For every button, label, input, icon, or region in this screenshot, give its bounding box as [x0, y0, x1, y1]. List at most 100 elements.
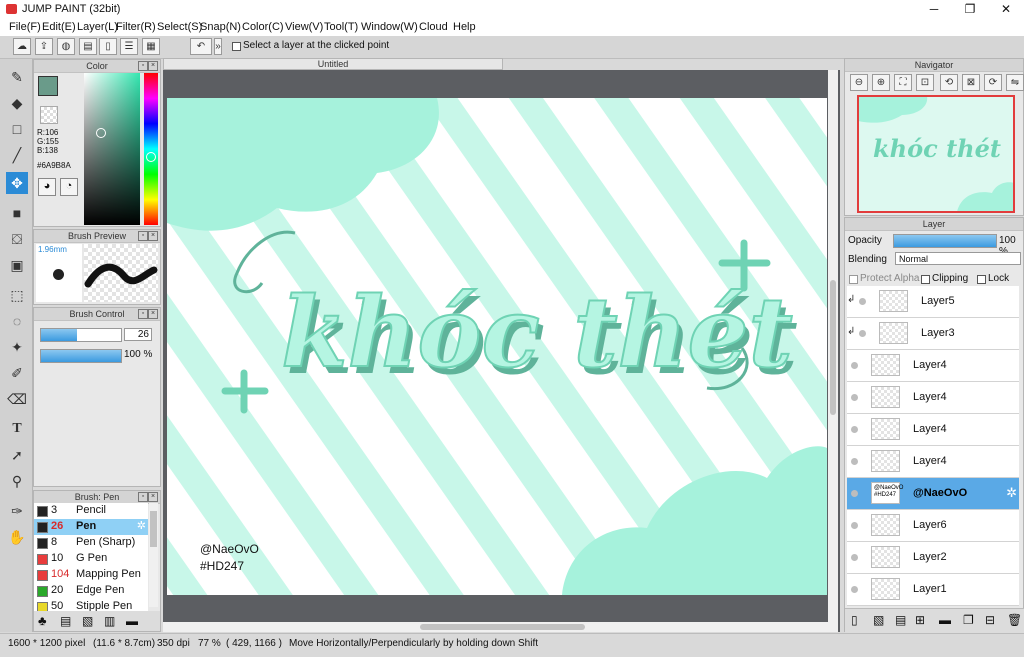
panel-close-icon[interactable]: ×	[148, 492, 158, 502]
brush-copy-icon[interactable]: ▧	[82, 614, 93, 628]
menu-tool[interactable]: Tool(T)	[324, 21, 358, 33]
lasso-tool-icon[interactable]: ◌	[6, 310, 28, 332]
visibility-eye-icon[interactable]	[851, 554, 858, 561]
reset-rotation-icon[interactable]: ⊠	[962, 74, 980, 91]
line-tool-icon[interactable]: ╱	[6, 144, 28, 166]
canvas[interactable]: khóc thét khóc thét @NaeOvO #HD247	[167, 98, 827, 595]
visibility-eye-icon[interactable]	[859, 330, 866, 337]
magic-wand-tool-icon[interactable]: ✦	[6, 336, 28, 358]
menu-view[interactable]: View(V)	[285, 21, 323, 33]
close-icon[interactable]: ✕	[988, 0, 1024, 19]
brush-item[interactable]: 20 Edge Pen	[34, 583, 148, 599]
brush-import-icon[interactable]: ▥	[104, 614, 115, 628]
layer-row[interactable]: Layer3 ↲	[847, 318, 1019, 350]
menu-color[interactable]: Color(C)	[242, 21, 284, 33]
grid-icon[interactable]: ▦	[142, 38, 160, 55]
menu-file[interactable]: File(F)	[9, 21, 41, 33]
zoom-out-icon[interactable]: ⊖	[850, 74, 868, 91]
lock-checkbox[interactable]	[977, 275, 986, 284]
select-layer-checkbox[interactable]	[232, 42, 241, 51]
foreground-color-swatch[interactable]	[38, 76, 58, 96]
panel-close-icon[interactable]: ×	[148, 309, 158, 319]
brush-new-icon[interactable]: ▤	[60, 614, 71, 628]
rectangle-tool-icon[interactable]: □	[6, 118, 28, 140]
blending-select[interactable]: Normal	[895, 252, 1021, 265]
saturation-value-picker[interactable]	[84, 73, 140, 225]
visibility-eye-icon[interactable]	[851, 458, 858, 465]
protect-alpha-checkbox[interactable]	[849, 275, 858, 284]
panel-float-icon[interactable]: ▫	[138, 309, 148, 319]
duplicate-layer-icon[interactable]: ❐	[963, 613, 974, 627]
menu-filter[interactable]: Filter(R)	[116, 21, 156, 33]
layer-settings-icon[interactable]: ✲	[1006, 485, 1017, 501]
palette-icon[interactable]: ◕	[38, 178, 56, 196]
transparent-color-swatch[interactable]	[40, 106, 58, 124]
actual-size-icon[interactable]: ⊡	[916, 74, 934, 91]
menu-select[interactable]: Select(S)	[157, 21, 202, 33]
speech-bubble-icon[interactable]: ◍	[57, 38, 75, 55]
layer-row[interactable]: Layer1	[847, 574, 1019, 606]
layer-opacity-slider[interactable]	[893, 234, 997, 248]
canvas-vertical-thumb[interactable]	[830, 280, 836, 415]
brush-item[interactable]: 10 G Pen	[34, 551, 148, 567]
visibility-eye-icon[interactable]	[851, 362, 858, 369]
document-tab[interactable]: Untitled	[163, 58, 503, 70]
more-icon[interactable]: »	[214, 38, 222, 55]
folder-icon[interactable]: ▬	[939, 613, 951, 627]
panel-icon[interactable]: ▤	[79, 38, 97, 55]
brush-tool-icon[interactable]: ✎	[6, 66, 28, 88]
trash-icon[interactable]: 🗑	[1007, 613, 1022, 627]
navigator-preview[interactable]: khóc thét	[857, 95, 1015, 213]
new-1bit-layer-icon[interactable]: ▤	[895, 613, 906, 627]
menu-layer[interactable]: Layer(L)	[77, 21, 118, 33]
menu-cloud[interactable]: Cloud	[419, 21, 448, 33]
move-tool-icon[interactable]: ✥	[6, 172, 28, 194]
layer-row[interactable]: Layer4	[847, 414, 1019, 446]
new-8bit-layer-icon[interactable]: ▧	[873, 613, 884, 627]
cloud-icon[interactable]: ☁	[13, 38, 31, 55]
visibility-eye-icon[interactable]	[851, 522, 858, 529]
dropper-tool-icon[interactable]: ✑	[6, 500, 28, 522]
brush-item[interactable]: 104 Mapping Pen	[34, 567, 148, 583]
panel-float-icon[interactable]: ▫	[138, 492, 148, 502]
select-pen-tool-icon[interactable]: ✐	[6, 362, 28, 384]
brush-settings-icon[interactable]: ✲	[137, 519, 146, 532]
eyedropper-tool-icon[interactable]: ⚲	[6, 470, 28, 492]
visibility-eye-icon[interactable]	[851, 394, 858, 401]
bucket-tool-icon[interactable]: ⛋	[6, 228, 28, 250]
zoom-in-icon[interactable]: ⊕	[872, 74, 890, 91]
visibility-eye-icon[interactable]	[851, 426, 858, 433]
layer-row[interactable]: Layer4	[847, 446, 1019, 478]
layer-row[interactable]: Layer2	[847, 542, 1019, 574]
brush-item[interactable]: 3 Pencil	[34, 503, 148, 519]
rotate-right-icon[interactable]: ⟳	[984, 74, 1002, 91]
add-layer-menu-icon[interactable]: ⊞	[915, 613, 925, 627]
merge-layer-icon[interactable]: ⊟	[985, 613, 995, 627]
flip-icon[interactable]: ⇋	[1006, 74, 1024, 91]
layer-row[interactable]: Layer6	[847, 510, 1019, 542]
hue-cursor[interactable]	[146, 152, 156, 162]
menu-edit[interactable]: Edit(E)	[42, 21, 76, 33]
menu-help[interactable]: Help	[453, 21, 476, 33]
canvas-horizontal-thumb[interactable]	[420, 624, 585, 630]
panel-float-icon[interactable]: ▫	[138, 61, 148, 71]
undo-icon[interactable]: ↶	[190, 38, 212, 55]
fill-rect-tool-icon[interactable]: ■	[6, 202, 28, 224]
layer-row[interactable]: Layer4	[847, 382, 1019, 414]
palette-settings-icon[interactable]: ◔	[60, 178, 78, 196]
brush-opacity-slider[interactable]	[40, 349, 122, 363]
panel-float-icon[interactable]: ▫	[138, 231, 148, 241]
brush-list-scrollbar[interactable]	[149, 503, 158, 607]
menu-window[interactable]: Window(W)	[361, 21, 418, 33]
list-icon[interactable]: ☰	[120, 38, 138, 55]
brush-item[interactable]: 26 Pen ✲	[34, 519, 148, 535]
minimize-icon[interactable]: ─	[916, 0, 952, 19]
fit-screen-icon[interactable]: ⛶	[894, 74, 912, 91]
menu-snap[interactable]: Snap(N)	[200, 21, 241, 33]
panel-close-icon[interactable]: ×	[148, 61, 158, 71]
visibility-eye-icon[interactable]	[859, 298, 866, 305]
eraser-tool-icon[interactable]: ◆	[6, 92, 28, 114]
brush-item[interactable]: 8 Pen (Sharp)	[34, 535, 148, 551]
brush-size-slider[interactable]	[40, 328, 122, 342]
rotate-left-icon[interactable]: ⟲	[940, 74, 958, 91]
